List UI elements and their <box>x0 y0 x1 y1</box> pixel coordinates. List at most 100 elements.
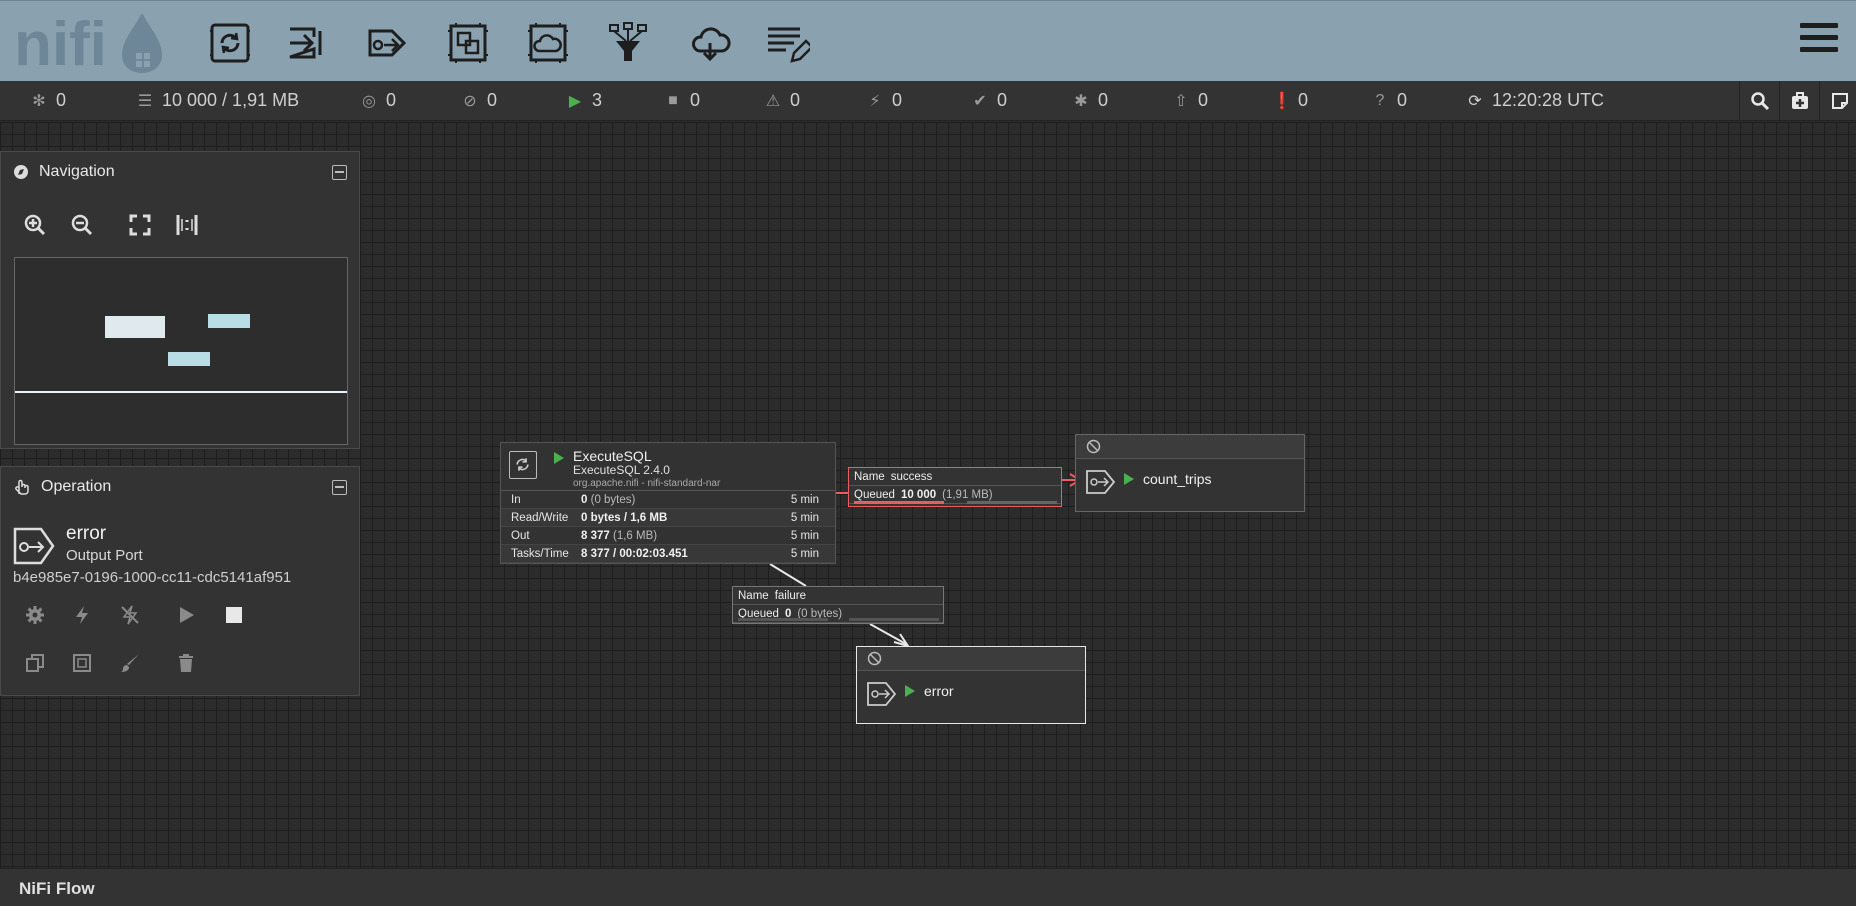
operation-title: Operation <box>41 478 112 495</box>
copy-button[interactable] <box>21 649 49 677</box>
notes-button[interactable] <box>1819 81 1856 121</box>
port-name: error <box>924 683 954 699</box>
running-icon <box>1124 473 1134 485</box>
actual-size-button[interactable] <box>172 210 202 240</box>
selected-component-id: b4e985e7-0196-1000-cc11-cdc5141af951 <box>13 569 292 586</box>
stop-icon: ■ <box>668 91 678 109</box>
label-icon[interactable] <box>764 19 812 67</box>
not-transmitting-icon <box>867 651 882 666</box>
delete-button[interactable] <box>172 649 200 677</box>
funnel-icon[interactable] <box>604 19 652 67</box>
connection-success[interactable]: Name success Queued 10 000 (1,91 MB) <box>848 467 1062 507</box>
fit-button[interactable] <box>125 210 155 240</box>
queued-status: ☰ 10 000 / 1,91 MB <box>137 90 300 110</box>
stop-icon <box>226 607 242 623</box>
group-icon <box>73 654 91 672</box>
stopped-status: ■ 0 <box>664 90 700 111</box>
group-button[interactable] <box>68 649 96 677</box>
play-icon <box>180 607 194 623</box>
processor-icon[interactable] <box>206 19 254 67</box>
processor-icon <box>509 451 537 479</box>
locally-modified-status: ✱ 0 <box>1072 90 1108 111</box>
queue-size-bar <box>849 618 939 621</box>
running-icon <box>554 452 564 464</box>
breadcrumb-bar: NiFi Flow <box>0 868 1856 906</box>
stats-row-in: In 0 (0 bytes) 5 min <box>501 491 835 509</box>
processor-executesql[interactable]: ExecuteSQL ExecuteSQL 2.4.0 org.apache.n… <box>500 442 836 564</box>
disabled-icon: ⚡ <box>869 92 881 110</box>
running-status: ▶ 3 <box>566 90 602 111</box>
queue-count-bar <box>854 501 944 504</box>
asterisk-icon: ✱ <box>1074 92 1088 110</box>
stale-status: ⇧ 0 <box>1172 90 1208 111</box>
output-port-icon <box>13 527 55 565</box>
not-transmitting-status: ⊘ 0 <box>461 90 497 111</box>
zoom-out-icon <box>71 214 93 236</box>
exclamation-circle-icon: ❗ <box>1272 92 1292 110</box>
start-button[interactable] <box>172 601 200 629</box>
collapse-operation-button[interactable] <box>332 479 347 495</box>
queue-list-icon: ☰ <box>137 92 153 110</box>
navigation-panel: Navigation <box>0 151 360 449</box>
bullseye-icon: ◎ <box>362 92 376 110</box>
arrow-up-circle-icon: ⇧ <box>1174 92 1188 110</box>
search-button[interactable] <box>1739 81 1779 121</box>
expand-icon <box>129 214 151 236</box>
queue-size-bar <box>967 501 1057 504</box>
input-port-icon[interactable] <box>284 19 332 67</box>
question-icon: ? <box>1375 91 1385 109</box>
zoom-in-button[interactable] <box>20 210 50 240</box>
stop-button[interactable] <box>220 601 248 629</box>
not-transmitting-icon: ⊘ <box>463 92 477 110</box>
remote-process-group-icon[interactable] <box>524 19 572 67</box>
nifi-logo: nifi <box>14 10 162 75</box>
process-group-icon[interactable] <box>444 19 492 67</box>
flow-status-bar: ✻ 0 ☰ 10 000 / 1,91 MB ◎ 0 ⊘ 0 ▶ 3 ■ 0 ⚠ 0 ⚡ 0 ✔… <box>0 81 1856 121</box>
connection-failure[interactable]: Name failure Queued 0 (0 bytes) <box>732 586 944 624</box>
processor-name: ExecuteSQL <box>573 448 652 464</box>
processor-version: ExecuteSQL 2.4.0 <box>573 463 670 477</box>
operation-header: Operation <box>1 467 359 507</box>
zoom-out-button[interactable] <box>67 210 97 240</box>
template-icon[interactable] <box>686 19 734 67</box>
queue-count-bar <box>738 618 828 621</box>
stats-row-read-write: Read/Write 0 bytes / 1,6 MB 5 min <box>501 509 835 527</box>
header: nifi <box>0 0 1856 81</box>
navigation-header: Navigation <box>1 152 359 192</box>
bulletin-board-button[interactable] <box>1779 81 1819 121</box>
birdseye-processor <box>105 316 165 338</box>
refresh-status[interactable]: ⟳ 12:20:28 UTC <box>1466 90 1604 111</box>
operation-panel: Operation error Output Port b4e985e7-019… <box>0 466 360 696</box>
sync-failure-status: ? 0 <box>1371 90 1407 111</box>
collapse-navigation-button[interactable] <box>332 164 347 180</box>
birdseye-viewport[interactable] <box>15 258 347 393</box>
gear-icon <box>26 606 44 624</box>
global-menu-button[interactable] <box>1800 23 1838 57</box>
hand-pointer-icon <box>15 479 29 495</box>
actual-size-icon <box>176 215 198 235</box>
sticky-note-icon <box>1831 93 1848 109</box>
play-icon: ▶ <box>568 92 582 110</box>
birdseye-view[interactable] <box>14 257 348 445</box>
processor-bundle: org.apache.nifi - nifi-standard-nar <box>573 478 721 489</box>
lightning-icon <box>76 606 88 624</box>
output-port-icon[interactable] <box>364 19 412 67</box>
trash-icon <box>179 654 193 672</box>
breadcrumb-root[interactable]: NiFi Flow <box>19 879 95 899</box>
output-port-error[interactable]: error <box>856 646 1086 724</box>
configure-button[interactable] <box>21 601 49 629</box>
output-port-count-trips[interactable]: count_trips <box>1075 434 1305 512</box>
disable-icon <box>121 605 139 625</box>
up-to-date-status: ✔ 0 <box>971 90 1007 111</box>
not-transmitting-icon <box>1086 439 1101 454</box>
disabled-status: ⚡ 0 <box>866 90 902 111</box>
copy-icon <box>26 654 44 672</box>
refresh-icon[interactable]: ⟳ <box>1466 91 1484 111</box>
disable-button[interactable] <box>116 601 144 629</box>
warning-icon: ⚠ <box>765 92 781 110</box>
color-button[interactable] <box>116 649 144 677</box>
birdseye-error-port <box>168 352 210 366</box>
port-name: count_trips <box>1143 471 1212 487</box>
paintbrush-icon <box>121 654 139 672</box>
enable-button[interactable] <box>68 601 96 629</box>
